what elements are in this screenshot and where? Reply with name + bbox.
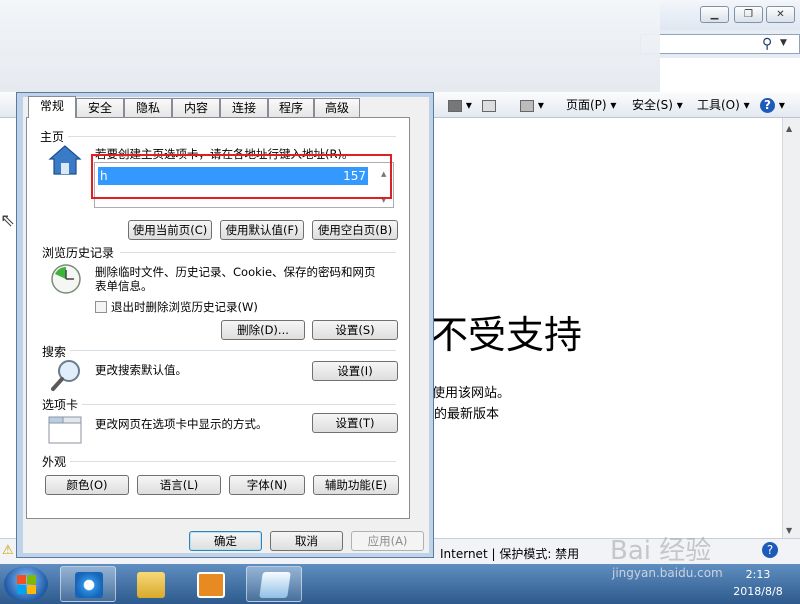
delete-on-exit-checkbox[interactable] — [95, 301, 107, 313]
taskbar-explorer[interactable] — [122, 566, 178, 602]
delete-on-exit-label: 退出时删除浏览历史记录(W) — [111, 300, 258, 314]
tab-advanced[interactable]: 高级 — [314, 98, 360, 118]
fonts-button[interactable]: 字体(N) — [229, 475, 305, 495]
ie-icon: e — [75, 572, 103, 598]
highlight-annotation — [91, 154, 392, 199]
cancel-button[interactable]: 取消 — [270, 531, 343, 551]
safety-menu[interactable]: 安全(S) ▾ — [632, 96, 683, 114]
history-settings-button[interactable]: 设置(S) — [312, 320, 398, 340]
minimize-button[interactable]: ▁ — [700, 6, 729, 23]
tabs-group-label: 选项卡 — [42, 398, 79, 412]
blurred-toolbar — [0, 0, 660, 92]
history-clock-icon — [51, 264, 81, 294]
windows-logo-icon — [17, 585, 26, 594]
rss-icon — [448, 99, 462, 112]
windows-logo-icon — [27, 585, 36, 594]
scroll-down-icon[interactable]: ▼ — [786, 526, 792, 535]
page-menu-label: 页面(P) — [566, 98, 607, 112]
search-desc: 更改搜索默认值。 — [95, 363, 187, 377]
page-text-line: 使用该网站。 — [432, 386, 511, 401]
tab-content[interactable]: 内容 — [172, 98, 220, 118]
history-desc-line2: 表单信息。 — [95, 279, 153, 293]
home-group-label: 主页 — [40, 130, 65, 144]
accessibility-button[interactable]: 辅助功能(E) — [313, 475, 399, 495]
tabs-settings-button[interactable]: 设置(T) — [312, 413, 398, 433]
taskbar-ie[interactable]: e — [60, 566, 116, 602]
tray-date: 2018/8/8 — [733, 585, 783, 598]
group-divider — [70, 350, 396, 351]
search-settings-button[interactable]: 设置(I) — [312, 361, 398, 381]
page-text-line: 的最新版本 — [434, 407, 500, 422]
vertical-scrollbar[interactable] — [782, 118, 800, 538]
search-box[interactable] — [640, 34, 800, 54]
tools-menu[interactable]: 工具(O) ▾ — [697, 96, 750, 114]
mail-icon — [482, 99, 496, 112]
mouse-cursor-icon: ⇖ — [0, 210, 16, 231]
tab-programs[interactable]: 程序 — [268, 98, 314, 118]
group-divider — [120, 252, 396, 253]
group-divider — [70, 461, 396, 462]
tabs-desc: 更改网页在选项卡中显示的方式。 — [95, 417, 268, 431]
ok-button[interactable]: 确定 — [189, 531, 262, 551]
chevron-down-icon[interactable]: ▼ — [780, 38, 787, 48]
help-icon: ? — [760, 98, 775, 113]
tray-time: 2:13 — [745, 568, 771, 581]
security-zone: Internet | 保护模式: 禁用 — [440, 547, 580, 561]
use-blank-button[interactable]: 使用空白页(B) — [312, 220, 398, 240]
tab-general[interactable]: 常规 — [28, 96, 76, 118]
printer-icon — [520, 99, 534, 112]
page-heading: 不受支持 — [430, 313, 583, 357]
tray-clock[interactable]: 2:13 2018/8/8 — [720, 566, 796, 600]
page-menu[interactable]: 页面(P) ▾ — [566, 96, 616, 114]
status-help-icon[interactable]: ? — [762, 542, 778, 558]
media-player-icon — [197, 572, 225, 598]
tab-security[interactable]: 安全 — [76, 98, 124, 118]
history-group-label: 浏览历史记录 — [42, 246, 115, 260]
taskbar-notepad[interactable] — [246, 566, 302, 602]
start-button[interactable] — [4, 566, 48, 602]
help-menu[interactable]: ? ▾ — [760, 96, 785, 114]
close-button[interactable]: ✕ — [766, 6, 795, 23]
tab-connections[interactable]: 连接 — [220, 98, 268, 118]
languages-button[interactable]: 语言(L) — [137, 475, 221, 495]
group-divider — [82, 404, 396, 405]
tools-menu-label: 工具(O) — [697, 98, 740, 112]
use-current-button[interactable]: 使用当前页(C) — [128, 220, 212, 240]
notepad-icon — [259, 572, 291, 598]
warning-icon: ⚠ — [2, 543, 14, 558]
restore-button[interactable]: ❐ — [734, 6, 763, 23]
delete-history-button[interactable]: 删除(D)... — [221, 320, 305, 340]
magnifier-icon — [51, 360, 80, 391]
appearance-group-label: 外观 — [42, 455, 67, 469]
use-default-button[interactable]: 使用默认值(F) — [220, 220, 304, 240]
print-button[interactable]: ▾ — [520, 96, 544, 114]
tabs-window-icon — [48, 416, 82, 444]
apply-button[interactable]: 应用(A) — [351, 531, 424, 551]
tab-privacy[interactable]: 隐私 — [124, 98, 172, 118]
scroll-up-icon[interactable]: ▲ — [786, 124, 792, 133]
windows-logo-icon — [17, 575, 26, 584]
rss-button[interactable]: ▾ — [448, 96, 472, 114]
search-icon[interactable]: ⚲ — [762, 36, 772, 52]
read-mail-button[interactable] — [482, 96, 496, 114]
safety-menu-label: 安全(S) — [632, 98, 673, 112]
folder-icon — [137, 572, 165, 598]
home-icon — [48, 145, 82, 175]
windows-logo-icon — [27, 575, 36, 584]
watermark-url: jingyan.baidu.com — [612, 566, 723, 580]
colors-button[interactable]: 颜色(O) — [45, 475, 129, 495]
taskbar-media[interactable] — [182, 566, 238, 602]
watermark-brand: Bai 经验 — [610, 536, 712, 566]
group-divider — [68, 136, 396, 137]
